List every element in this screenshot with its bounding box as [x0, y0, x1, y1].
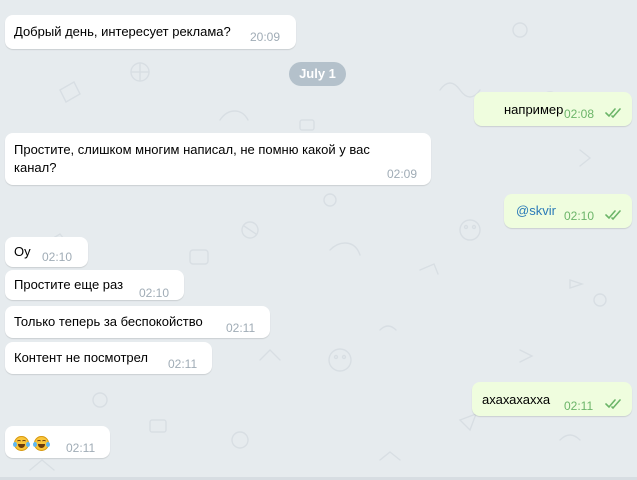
message-text: Простите еще раз: [14, 277, 124, 292]
message-incoming[interactable]: 02:11: [5, 426, 110, 458]
message-text-line-2: канал?: [14, 160, 57, 175]
message-time: 02:11: [168, 357, 198, 371]
message-text: Только теперь за беспокойство: [14, 314, 203, 329]
message-outgoing[interactable]: ахахахахха 02:11: [472, 382, 632, 416]
date-separator: July 1: [289, 62, 346, 86]
read-double-check-icon: [605, 210, 621, 221]
message-text: Добрый день, интересует реклама?: [14, 24, 231, 39]
message-text: например: [504, 102, 564, 117]
chat-history[interactable]: Добрый день, интересует реклама? 20:09 J…: [0, 0, 637, 480]
message-time: 20:09: [250, 30, 281, 44]
message-outgoing[interactable]: например 02:08: [474, 92, 632, 126]
message-text: ахахахахха: [482, 392, 551, 407]
message-incoming[interactable]: Простите еще раз 02:10: [5, 270, 184, 300]
read-double-check-icon: [605, 108, 621, 119]
message-incoming[interactable]: Добрый день, интересует реклама? 20:09: [5, 15, 296, 49]
message-time: 02:11: [226, 321, 256, 335]
message-text: Контент не посмотрел: [14, 350, 149, 365]
message-time: 02:10: [42, 250, 73, 264]
message-incoming[interactable]: Контент не посмотрел 02:11: [5, 342, 212, 374]
message-text-line-1: Простите, слишком многим написал, не пом…: [14, 142, 370, 157]
message-time: 02:10: [139, 286, 170, 300]
message-incoming[interactable]: Только теперь за беспокойство 02:11: [5, 306, 270, 338]
message-time: 02:09: [387, 167, 418, 181]
message-text: Оу: [14, 244, 31, 259]
message-time: 02:08: [564, 107, 595, 121]
message-time: 02:11: [66, 441, 96, 455]
message-outgoing[interactable]: @skvir 02:10: [504, 194, 632, 228]
face-with-tears-of-joy-icon: [13, 436, 30, 451]
face-with-tears-of-joy-icon: [33, 436, 50, 451]
username-link[interactable]: @skvir: [516, 202, 556, 220]
message-incoming[interactable]: Оу 02:10: [5, 237, 88, 267]
message-time: 02:10: [564, 209, 595, 223]
message-incoming[interactable]: Простите, слишком многим написал, не пом…: [5, 133, 431, 185]
read-double-check-icon: [605, 399, 621, 410]
message-time: 02:11: [564, 399, 594, 413]
